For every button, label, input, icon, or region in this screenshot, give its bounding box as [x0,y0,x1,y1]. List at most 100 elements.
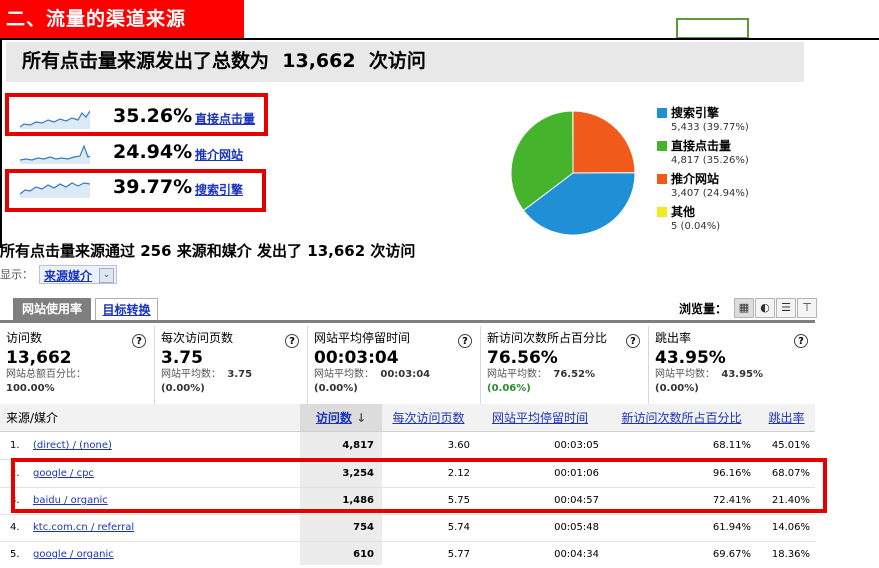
metric-pages-sub: 网站平均数： 3.75 [161,368,252,382]
row-pages: 3.60 [382,432,470,459]
row-index: 1. [10,432,20,459]
row-new-visits: 68.11% [605,432,751,459]
row-visits: 4,817 [300,432,374,459]
comparison-view-icon[interactable]: ⊤ [797,298,817,318]
legend-value-other: 5 (0.04%) [671,220,720,233]
metric-bounce-value: 43.95% [655,347,726,369]
metric-time-value: 00:03:04 [314,347,399,369]
row-time: 00:05:48 [475,514,599,541]
legend-name-direct: 直接点击量 [671,139,731,154]
row-index: 5. [10,541,20,568]
help-icon[interactable]: ? [285,334,299,348]
frame-border-top [0,38,879,40]
metric-pages-sub-value: 3.75 [227,369,252,380]
help-icon[interactable]: ? [626,334,640,348]
column-header-bounce[interactable]: 跳出率 [758,404,815,432]
performance-view-icon[interactable]: ☰ [776,298,796,318]
column-header-visits-label[interactable]: 访问数 [316,411,352,425]
column-header-pages[interactable]: 每次访问页数 [382,404,475,432]
table-view-icon[interactable]: ▦ [734,298,754,318]
metric-pages-per-visit: 每次访问页数 ? 3.75 网站平均数： 3.75 (0.00%) [155,326,308,404]
metric-new-name: 新访问次数所占百分比 [487,331,607,346]
row-source-link[interactable]: (direct) / (none) [33,432,112,459]
highlight-box-rows [11,458,827,513]
legend-swatch-other [657,207,667,217]
legend-value-search: 5,433 (39.77%) [671,121,749,134]
summary-line-visits: 13,662 [307,242,365,260]
show-label: 显示： [0,266,33,282]
column-header-source: 来源/媒介 [0,404,300,432]
metric-time-sub-value: 00:03:04 [380,369,430,380]
section-title: 二、流量的渠道来源 [0,0,244,38]
source-link-referral[interactable]: 推介网站 [195,146,243,164]
metric-bounce-sub: 网站平均数： 43.95% [655,368,763,382]
column-header-bounce-label[interactable]: 跳出率 [768,411,804,425]
metric-pages-value: 3.75 [161,347,203,369]
column-header-visits[interactable]: 访问数 ↓ [300,404,382,432]
summary-header: 所有点击量来源发出了总数为 13,662 次访问 [22,47,426,75]
metric-time-sub2: (0.00%) [314,382,358,396]
legend-swatch-search [657,108,667,118]
traffic-pie-chart [500,110,646,236]
highlight-box-direct [5,93,268,136]
column-header-new-label[interactable]: 新访问次数所占百分比 [621,411,741,425]
row-source-link[interactable]: ktc.com.cn / referral [33,514,134,541]
metric-visits-sub-label: 网站总额百分比： [6,369,86,380]
view-label: 浏览量： [679,300,727,317]
metric-time-sub-label: 网站平均数： [314,369,374,380]
pie-slice-referral [573,111,635,173]
row-new-visits: 61.94% [605,514,751,541]
legend-name-referral: 推介网站 [671,172,719,187]
pie-legend: 搜索引擎 5,433 (39.77%) 直接点击量 4,817 (35.26%)… [657,106,777,236]
dimension-dropdown[interactable]: 来源媒介 ⌄ [39,265,117,284]
legend-value-direct: 4,817 (35.26%) [671,154,749,167]
metric-pages-name: 每次访问页数 [161,331,233,346]
row-visits: 754 [300,514,374,541]
help-icon[interactable]: ? [132,334,146,348]
dimension-dropdown-value[interactable]: 来源媒介 [44,267,92,284]
tab-site-usage[interactable]: 网站使用率 [13,298,91,320]
help-icon[interactable]: ? [794,334,808,348]
summary-line-middle: 来源和媒介 发出了 [177,242,302,260]
column-header-time[interactable]: 网站平均停留时间 [475,404,605,432]
row-time: 00:04:34 [475,541,599,568]
row-visits: 610 [300,541,374,568]
row-pages: 5.77 [382,541,470,568]
legend-name-other: 其他 [671,205,695,220]
metric-bounce-sub-label: 网站平均数： [655,369,715,380]
column-header-time-label[interactable]: 网站平均停留时间 [492,411,588,425]
metric-bounce-sub2: (0.00%) [655,382,699,396]
metric-bounce-rate: 跳出率 ? 43.95% 网站平均数： 43.95% (0.00%) [649,326,815,404]
metric-pages-sub2: (0.00%) [161,382,205,396]
metric-visits-name: 访问数 [6,331,42,346]
sources-summary-line: 所有点击量来源通过 256 来源和媒介 发出了 13,662 次访问 [0,240,415,262]
metric-pages-sub-label: 网站平均数： [161,369,221,380]
frame-border-left [0,38,2,248]
column-header-new-visits[interactable]: 新访问次数所占百分比 [605,404,758,432]
metric-new-sub2: (0.06%) [487,382,531,396]
help-icon[interactable]: ? [458,334,472,348]
tab-goal-conversion[interactable]: 目标转换 [95,298,158,320]
legend-swatch-direct [657,141,667,151]
row-bounce: 14.06% [758,514,810,541]
metric-visits-sub: 网站总额百分比： [6,368,86,382]
highlight-box-search [5,169,266,212]
row-new-visits: 69.67% [605,541,751,568]
chevron-down-icon[interactable]: ⌄ [99,268,114,283]
row-bounce: 18.36% [758,541,810,568]
pie-view-icon[interactable]: ◐ [755,298,775,318]
metric-visits: 访问数 ? 13,662 网站总额百分比： 100.00% [0,326,155,404]
legend-swatch-referral [657,174,667,184]
column-header-pages-label[interactable]: 每次访问页数 [392,411,464,425]
row-time: 00:03:05 [475,432,599,459]
source-percent-referral: 24.94% [113,140,192,164]
summary-line-prefix: 所有点击量来源通过 [0,242,135,260]
metric-visits-value: 13,662 [6,347,72,369]
metric-new-visits: 新访问次数所占百分比 ? 76.56% 网站平均数： 76.52% (0.06%… [481,326,649,404]
metric-avg-time: 网站平均停留时间 ? 00:03:04 网站平均数： 00:03:04 (0.0… [308,326,481,404]
tab-underline [0,320,815,323]
row-source-link[interactable]: google / organic [33,541,114,568]
metric-new-sub: 网站平均数： 76.52% [487,368,595,382]
legend-name-search: 搜索引擎 [671,106,719,121]
summary-header-prefix: 所有点击量来源发出了总数为 [22,50,269,72]
